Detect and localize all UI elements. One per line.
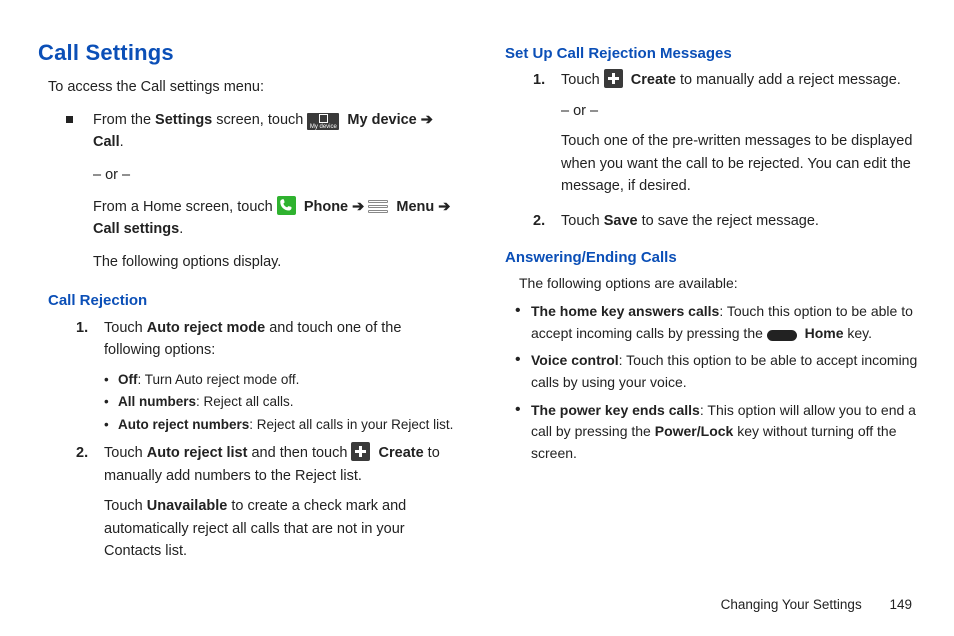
step-2: 2. Touch Auto reject list and then touch… bbox=[76, 442, 459, 570]
arrow-icon: ➔ bbox=[438, 199, 450, 215]
right-column: Set Up Call Rejection Messages 1. Touch … bbox=[505, 36, 926, 575]
sub-option-auto: •Auto reject numbers: Reject all calls i… bbox=[104, 415, 459, 436]
sub-option-all: •All numbers: Reject all calls. bbox=[104, 392, 459, 413]
step-1: 1. Touch Auto reject mode and touch one … bbox=[76, 317, 459, 439]
chapter-title: Changing Your Settings bbox=[721, 597, 862, 612]
arrow-icon: ➔ bbox=[352, 199, 364, 215]
section-heading: Call Settings bbox=[38, 36, 459, 70]
access-path-2: From a Home screen, touch Phone ➔ Menu ➔… bbox=[93, 196, 459, 241]
answering-opt-home: • The home key answers calls: Touch this… bbox=[515, 301, 926, 344]
options-display-note: The following options display. bbox=[93, 251, 459, 273]
plus-icon bbox=[351, 442, 370, 461]
access-block: From the Settings screen, touch My devic… bbox=[66, 109, 459, 284]
menu-icon bbox=[368, 200, 388, 214]
left-column: Call Settings To access the Call setting… bbox=[38, 36, 459, 575]
answering-heading: Answering/Ending Calls bbox=[505, 246, 926, 269]
answering-opt-voice: • Voice control: Touch this option to be… bbox=[515, 350, 926, 393]
page-number: 149 bbox=[889, 597, 912, 612]
plus-icon bbox=[604, 69, 623, 88]
answering-intro: The following options are available: bbox=[519, 273, 926, 295]
page-columns: Call Settings To access the Call setting… bbox=[38, 36, 926, 575]
sub-option-off: •Off: Turn Auto reject mode off. bbox=[104, 370, 459, 391]
answering-opt-power: • The power key ends calls: This option … bbox=[515, 400, 926, 465]
page-footer: Changing Your Settings 149 bbox=[721, 595, 912, 616]
access-path-1: From the Settings screen, touch My devic… bbox=[93, 109, 459, 154]
rm-step-2: 2. Touch Save to save the reject message… bbox=[533, 210, 926, 240]
intro-text: To access the Call settings menu: bbox=[48, 76, 459, 98]
home-key-icon bbox=[767, 330, 797, 341]
phone-icon bbox=[277, 196, 296, 215]
arrow-icon: ➔ bbox=[421, 112, 433, 128]
or-divider: – or – bbox=[561, 100, 926, 122]
rm-step-1: 1. Touch Create to manually add a reject… bbox=[533, 69, 926, 205]
call-rejection-heading: Call Rejection bbox=[48, 289, 459, 312]
or-divider: – or – bbox=[93, 164, 459, 186]
my-device-icon: My device bbox=[307, 113, 339, 130]
square-bullet-icon bbox=[66, 116, 73, 123]
rejection-messages-heading: Set Up Call Rejection Messages bbox=[505, 42, 926, 65]
